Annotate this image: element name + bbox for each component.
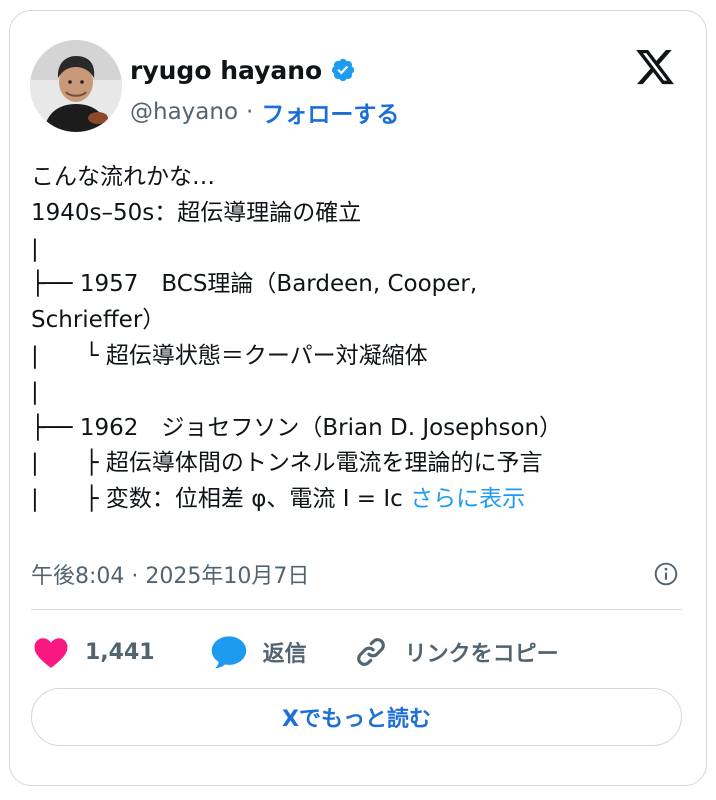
reply-label: 返信 <box>262 642 307 667</box>
action-bar: 1,441 返信 リンクをコピー <box>31 630 559 674</box>
author-display-name[interactable]: ryugo hayano <box>130 56 322 85</box>
author-handle-row: @hayano · フォローする <box>130 94 399 130</box>
tweet-line: | ├ 超伝導体間のトンネル電流を理論的に予言 <box>31 450 543 477</box>
tweet-body: こんな流れかな… 1940s–50s：超伝導理論の確立 | ├── 1957 B… <box>31 160 671 518</box>
post-timestamp[interactable]: 午後8:04 · 2025年10月7日 <box>31 558 309 590</box>
show-more-link[interactable]: さらに表示 <box>410 486 525 512</box>
avatar[interactable] <box>30 40 122 132</box>
tweet-line-text: | ├ 変数：位相差 φ、電流 I = Ic <box>31 486 403 513</box>
info-icon[interactable] <box>653 561 679 587</box>
avatar-photo <box>30 40 122 132</box>
copy-link-button[interactable]: リンクをコピー <box>351 632 559 672</box>
verified-badge-icon <box>330 57 356 83</box>
reply-button[interactable]: 返信 <box>209 632 307 672</box>
tweet-line: Schrieffer） <box>31 307 166 334</box>
tweet-line: | └ 超伝導状態＝クーパー対凝縮体 <box>31 342 428 369</box>
heart-icon <box>31 632 71 672</box>
author-name-row: ryugo hayano <box>130 50 356 90</box>
timestamp-row: 午後8:04 · 2025年10月7日 <box>31 556 679 592</box>
follow-link[interactable]: フォローする <box>261 95 399 129</box>
tweet-line: 1940s–50s：超伝導理論の確立 <box>31 199 362 226</box>
tweet-line-last: | ├ 変数：位相差 φ、電流 I = Ic さらに表示 <box>31 482 671 518</box>
like-count: 1,441 <box>85 639 155 665</box>
copy-link-label: リンクをコピー <box>404 642 559 667</box>
tweet-line: | <box>31 378 39 405</box>
divider <box>31 609 682 610</box>
handle-separator: · <box>246 99 254 125</box>
tweet-line: こんな流れかな… <box>31 164 215 190</box>
author-handle[interactable]: @hayano <box>130 99 238 125</box>
speech-bubble-icon <box>209 632 249 672</box>
tweet-line: | <box>31 235 39 262</box>
x-logo-icon[interactable] <box>633 46 677 88</box>
tweet-line: ├── 1957 BCS理論（Bardeen, Cooper, <box>31 271 478 298</box>
tweet-line: ├── 1962 ジョセフソン（Brian D. Josephson） <box>31 414 563 441</box>
like-button[interactable]: 1,441 <box>31 632 155 672</box>
read-more-button[interactable]: Xでもっと読む <box>31 688 682 746</box>
link-icon <box>351 632 391 672</box>
